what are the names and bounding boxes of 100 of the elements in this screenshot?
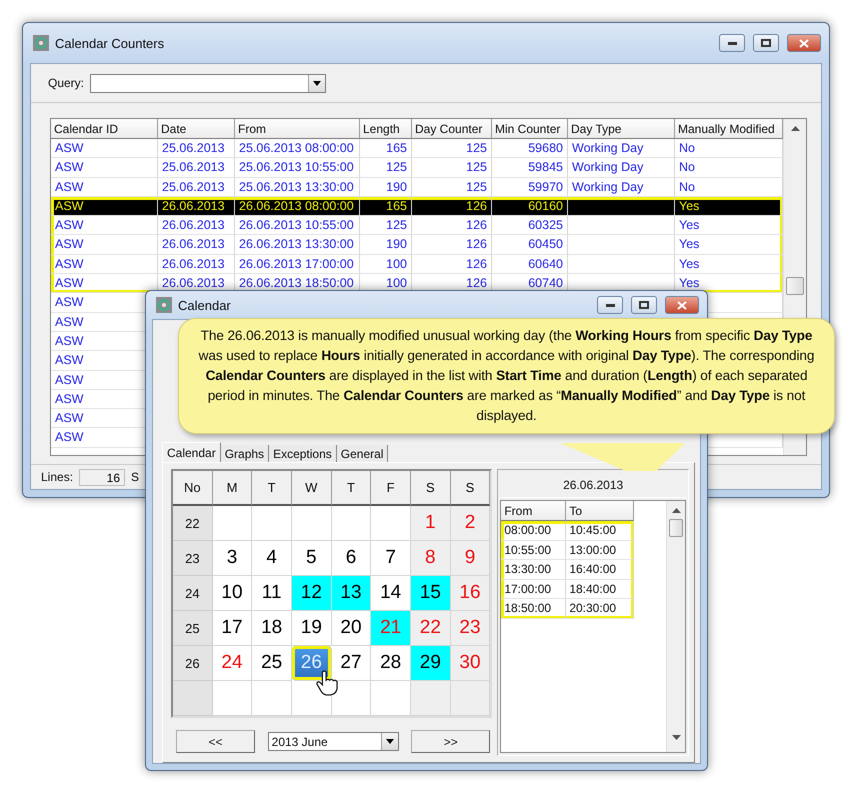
day-cell[interactable]: 11 <box>252 576 292 611</box>
list-cell: 18:50:00 <box>501 599 566 618</box>
list-row[interactable]: 13:30:00 16:40:00 <box>501 560 634 580</box>
day-cell[interactable]: 25 <box>252 646 292 681</box>
column-header[interactable]: Calendar ID <box>51 119 158 139</box>
column-header[interactable]: Day Counter <box>412 119 492 139</box>
weekday-header: S <box>410 471 451 506</box>
maximize-button[interactable] <box>753 34 779 52</box>
weekday-header: T <box>252 471 292 506</box>
day-cell[interactable]: 7 <box>371 541 411 576</box>
minimize-button[interactable] <box>719 34 745 52</box>
app-icon <box>156 297 172 313</box>
table-row[interactable]: ASW 26.06.2013 26.06.2013 08:00:00 165 126 60160 Yes <box>51 196 783 216</box>
close-icon <box>799 38 809 48</box>
column-header[interactable]: Date <box>158 119 235 139</box>
maximize-button[interactable] <box>631 296 657 314</box>
table-row[interactable]: ASW 26.06.2013 26.06.2013 10:55:00 125 126 60325 Yes <box>51 216 783 236</box>
day-cell[interactable]: 23 <box>450 611 490 646</box>
list-row[interactable]: 18:50:00 20:30:00 <box>501 599 634 618</box>
day-cell[interactable]: 24 <box>212 646 252 681</box>
month-dropdown[interactable]: 2013 June <box>268 732 399 751</box>
day-cell[interactable]: 5 <box>292 541 332 576</box>
weekday-header: M <box>212 471 252 506</box>
maximize-icon <box>761 39 771 47</box>
hand-cursor-icon <box>316 670 338 696</box>
scroll-up-icon <box>672 507 680 513</box>
query-label: Query: <box>48 76 84 90</box>
list-cell: 13:30:00 <box>501 560 566 580</box>
day-cell[interactable]: 4 <box>252 541 292 576</box>
weekday-header: T <box>332 471 372 506</box>
day-cell[interactable]: 20 <box>332 611 372 646</box>
close-button[interactable] <box>665 296 699 314</box>
table-row[interactable]: ASW 26.06.2013 26.06.2013 13:30:00 190 126 60450 Yes <box>51 235 783 255</box>
close-icon <box>677 300 687 310</box>
close-button[interactable] <box>787 34 821 52</box>
scroll-thumb[interactable] <box>786 277 804 295</box>
table-row[interactable]: ASW 25.06.2013 25.06.2013 10:55:00 125 125 59845 Working Day No <box>51 158 783 178</box>
week-number: 24 <box>173 576 213 611</box>
selected-date-label: 26.06.2013 <box>500 472 686 498</box>
lines-count-field: 16 <box>79 468 126 486</box>
day-cell[interactable]: 8 <box>410 541 451 576</box>
list-cell: 13:00:00 <box>566 540 634 560</box>
day-cell[interactable]: 19 <box>292 611 332 646</box>
list-cell: 18:40:00 <box>566 580 634 599</box>
column-header[interactable]: Manually Modified <box>675 119 783 139</box>
day-cell[interactable]: 16 <box>450 576 490 611</box>
list-cell: 08:00:00 <box>501 521 566 540</box>
table-row[interactable]: ASW 26.06.2013 26.06.2013 17:00:00 100 126 60640 Yes <box>51 254 783 274</box>
list-row[interactable]: 08:00:00 10:45:00 <box>501 521 634 540</box>
day-cell[interactable]: 6 <box>332 541 372 576</box>
column-header[interactable]: From <box>235 119 360 139</box>
day-cell[interactable]: 9 <box>450 541 490 576</box>
scrollbar[interactable] <box>666 501 685 752</box>
day-cell[interactable]: 21 <box>371 611 411 646</box>
maximize-icon <box>639 301 649 309</box>
table-row[interactable]: ASW 25.06.2013 25.06.2013 13:30:00 190 125 59970 Working Day No <box>51 178 783 197</box>
day-cell[interactable]: 15 <box>410 576 451 611</box>
day-cell[interactable]: 3 <box>212 541 252 576</box>
scroll-thumb[interactable] <box>669 519 683 537</box>
scroll-down-icon <box>672 735 680 741</box>
day-cell[interactable]: 22 <box>410 611 451 646</box>
column-header[interactable]: Min Counter <box>492 119 568 139</box>
callout-text: The 26.06.2013 is manually modified unusual working day (the Working Hours from specific Day Type was used to replace Hours initially generated in accordance with original Day Type). The corresponding Calendar Counters are displayed in the list with Start Time and duration (Length) of each separated period in minutes. The Calendar Counters are marked as “Manually Modified” and Day Type is not displayed. <box>198 327 816 425</box>
day-cell[interactable]: 18 <box>252 611 292 646</box>
minimize-button[interactable] <box>597 296 623 314</box>
day-cell[interactable]: 2 <box>450 506 490 541</box>
day-cell[interactable]: 14 <box>371 576 411 611</box>
weekday-header: W <box>292 471 332 506</box>
list-cell: 16:40:00 <box>566 560 634 580</box>
day-cell[interactable]: 28 <box>371 646 411 681</box>
day-cell[interactable]: 29 <box>410 646 451 681</box>
tab[interactable]: Graphs <box>220 445 270 462</box>
query-dropdown[interactable] <box>90 74 326 92</box>
list-row[interactable]: 10:55:00 13:00:00 <box>501 540 634 560</box>
list-cell: 20:30:00 <box>566 599 634 618</box>
day-cell[interactable]: 27 <box>332 646 372 681</box>
week-number: 23 <box>173 541 213 576</box>
day-cell[interactable]: 30 <box>450 646 490 681</box>
day-cell[interactable]: 17 <box>212 611 252 646</box>
table-row[interactable]: ASW 25.06.2013 25.06.2013 08:00:00 165 125 59680 Working Day No <box>51 139 783 158</box>
window-title: Calendar <box>178 298 232 312</box>
day-cell[interactable]: 10 <box>212 576 252 611</box>
column-header[interactable]: From <box>501 501 566 521</box>
week-number: 25 <box>173 611 213 646</box>
column-header[interactable]: Length <box>360 119 412 139</box>
weekday-header: No <box>173 471 213 506</box>
minimize-icon <box>728 42 736 44</box>
day-cell[interactable]: 1 <box>410 506 451 541</box>
day-cell[interactable]: 12 <box>292 576 332 611</box>
week-number: 22 <box>173 506 213 541</box>
tab[interactable]: General <box>336 445 388 462</box>
previous-month-button[interactable]: << <box>176 730 255 753</box>
column-header[interactable]: To <box>566 501 634 521</box>
tab[interactable]: Exceptions <box>269 445 337 462</box>
day-cell[interactable]: 13 <box>332 576 372 611</box>
column-header[interactable]: Day Type <box>568 119 675 139</box>
tab[interactable]: Calendar <box>162 442 221 462</box>
next-month-button[interactable]: >> <box>411 730 490 753</box>
caret-icon <box>386 739 394 744</box>
list-row[interactable]: 17:00:00 18:40:00 <box>501 580 634 599</box>
